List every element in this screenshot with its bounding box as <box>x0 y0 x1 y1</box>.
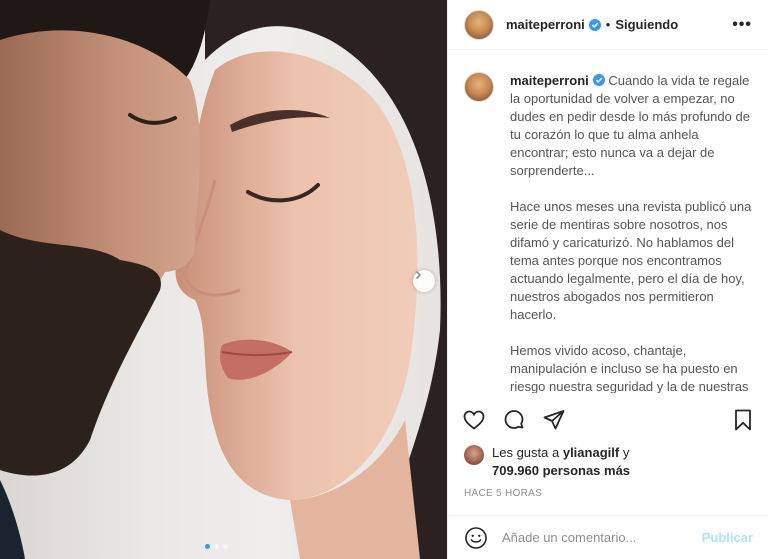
share-button[interactable] <box>542 408 566 432</box>
post-details-panel: maiteperroni • Siguiendo ••• maiteperron… <box>447 0 768 559</box>
likes-prefix: Les gusta a <box>492 445 560 460</box>
comment-form: Publicar <box>448 515 768 559</box>
liker-avatar[interactable] <box>464 445 484 465</box>
emoji-icon <box>465 526 487 549</box>
caption-paragraph-1: Cuando la vida te regale la oportunidad … <box>510 73 750 178</box>
heart-icon <box>463 410 485 430</box>
following-button[interactable]: Siguiendo <box>615 17 678 32</box>
likes-summary: Les gusta a ylianagilf y 709.960 persona… <box>464 444 754 480</box>
caption-paragraph-3: Hemos vivido acoso, chantaje, manipulaci… <box>510 343 749 393</box>
emoji-button[interactable] <box>464 526 488 550</box>
post-photo[interactable] <box>0 0 447 559</box>
caption-row: maiteperroni Cuando la vida te regale la… <box>464 72 753 393</box>
caption-area: maiteperroni Cuando la vida te regale la… <box>448 50 768 393</box>
verified-badge-icon <box>588 18 601 31</box>
carousel-dot-active <box>205 544 210 549</box>
action-bar <box>448 400 768 440</box>
caption-username-link[interactable]: maiteperroni <box>510 73 589 88</box>
bookmark-icon <box>735 409 751 431</box>
like-button[interactable] <box>462 408 486 432</box>
liker-username-link[interactable]: ylianagilf <box>563 445 619 460</box>
likes-text: Les gusta a ylianagilf y 709.960 persona… <box>492 444 630 480</box>
verified-badge-icon <box>592 74 605 86</box>
likes-count-link[interactable]: 709.960 personas más <box>492 463 630 478</box>
username-link[interactable]: maiteperroni <box>506 17 585 32</box>
carousel-next-button[interactable] <box>413 270 435 292</box>
caption-paragraph: maiteperroni Cuando la vida te regale la… <box>510 72 753 180</box>
couple-photo-illustration <box>0 0 447 559</box>
publish-button[interactable]: Publicar <box>702 530 753 545</box>
paper-plane-icon <box>543 410 565 430</box>
more-options-icon[interactable]: ••• <box>732 16 752 34</box>
likes-connector: y <box>622 445 630 460</box>
comment-button[interactable] <box>502 408 526 432</box>
post-timestamp[interactable]: HACE 5 HORAS <box>464 488 542 499</box>
carousel-dot <box>223 544 228 549</box>
carousel-dot <box>214 544 219 549</box>
caption-avatar[interactable] <box>464 72 494 102</box>
chevron-right-icon <box>415 270 422 280</box>
avatar[interactable] <box>464 9 494 40</box>
comment-input[interactable] <box>502 530 702 545</box>
comment-bubble-icon <box>504 410 524 429</box>
caption-text: maiteperroni Cuando la vida te regale la… <box>510 72 753 393</box>
carousel-indicator <box>205 544 228 549</box>
caption-paragraph-2: Hace unos meses una revista publicó una … <box>510 199 752 322</box>
separator-bullet: • <box>605 17 611 32</box>
save-button[interactable] <box>731 408 755 432</box>
post-header: maiteperroni • Siguiendo ••• <box>448 0 768 50</box>
